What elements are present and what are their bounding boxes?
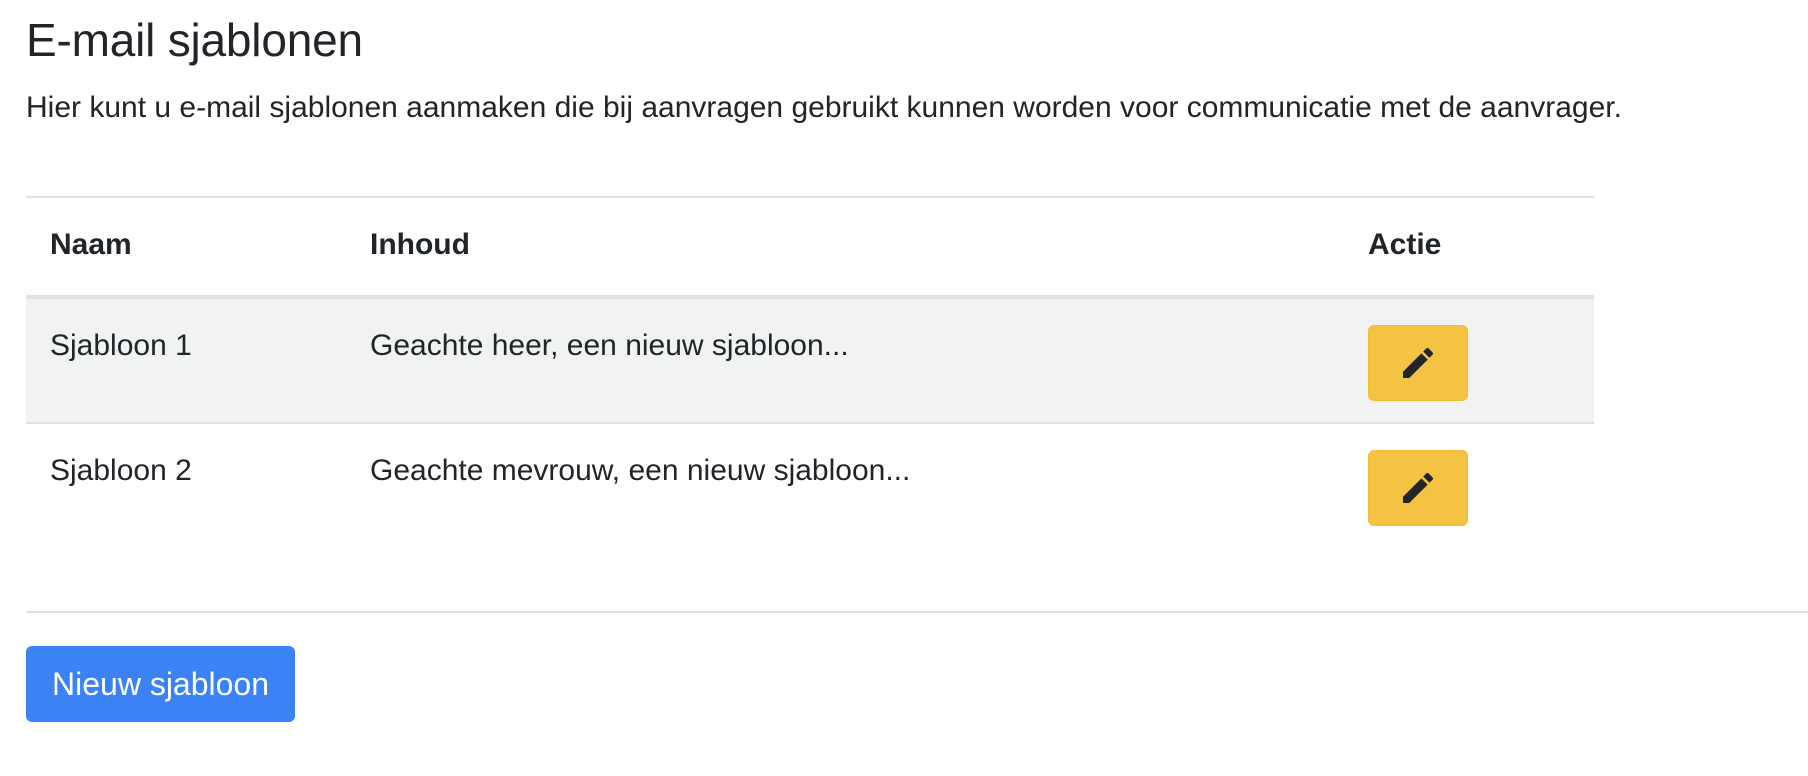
template-action-cell — [1346, 423, 1594, 549]
new-template-button[interactable]: Nieuw sjabloon — [26, 646, 296, 722]
pencil-icon — [1403, 472, 1434, 503]
edit-template-button[interactable] — [1368, 450, 1468, 526]
column-header-content: Inhoud — [370, 228, 470, 261]
pencil-icon — [1403, 347, 1434, 378]
page-title: E-mail sjablonen — [26, 14, 363, 66]
column-header-name: Naam — [50, 228, 132, 261]
table-header-row: Naam Inhoud Actie — [26, 197, 1594, 297]
email-templates-page: E-mail sjablonen Hier kunt u e-mail sjab… — [0, 0, 1808, 776]
edit-template-button[interactable] — [1368, 325, 1468, 401]
section-divider — [26, 611, 1808, 613]
table-header: Naam Inhoud Actie — [26, 197, 1594, 297]
template-content-cell: Geachte mevrouw, een nieuw sjabloon... — [370, 454, 911, 487]
page-intro: Hier kunt u e-mail sjablonen aanmaken di… — [26, 91, 1622, 124]
table-row: Sjabloon 2 Geachte mevrouw, een nieuw sj… — [26, 423, 1594, 549]
column-header-action: Actie — [1368, 228, 1442, 261]
template-action-cell — [1346, 297, 1594, 423]
table-body: Sjabloon 1 Geachte heer, een nieuw sjabl… — [26, 297, 1594, 549]
template-content-cell: Geachte heer, een nieuw sjabloon... — [370, 329, 849, 362]
table-row: Sjabloon 1 Geachte heer, een nieuw sjabl… — [26, 297, 1594, 423]
template-name-cell: Sjabloon 1 — [50, 329, 192, 362]
templates-table: Naam Inhoud Actie Sjabloon 1 Geachte hee… — [26, 196, 1594, 549]
template-name-cell: Sjabloon 2 — [50, 454, 192, 487]
